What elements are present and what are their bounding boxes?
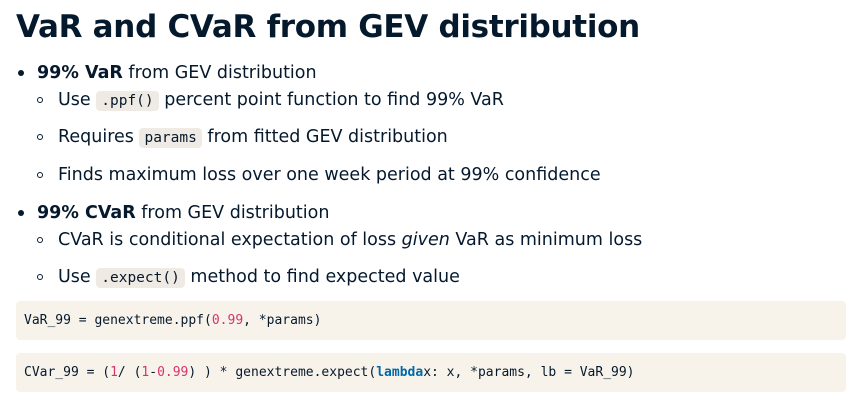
sub-bullet-dot	[37, 237, 43, 243]
bullet-cvar-bold: 99% CVaR	[37, 203, 136, 223]
code-text: / (	[117, 365, 142, 380]
bullet-var-rest: from GEV distribution	[122, 63, 317, 83]
code-block-var[interactable]: VaR_99 = genextreme.ppf(0.99, *params)	[16, 301, 846, 340]
code-number: 1	[110, 365, 118, 380]
sub-item-text: percent point function to find 99% VaR	[158, 90, 504, 110]
sub-bullet-dot	[37, 274, 43, 280]
code-text: VaR_99 = genextreme.ppf(	[24, 313, 212, 328]
code-text: CVar_99 = (	[24, 365, 111, 380]
sub-item-params: Requires params from fitted GEV distribu…	[58, 125, 448, 150]
sub-item-conditional: CVaR is conditional expectation of loss …	[58, 228, 642, 252]
code-number: 0.99	[211, 313, 244, 328]
sub-bullet-dot	[37, 97, 43, 103]
sub-item-text: from fitted GEV distribution	[201, 127, 448, 147]
code-text: ) ) * genextreme.expect(	[188, 365, 377, 380]
sub-item-max-loss: Finds maximum loss over one week period …	[58, 163, 601, 187]
code-text: , *params)	[243, 313, 322, 328]
sub-item-text: Use	[58, 267, 97, 287]
sub-item-expect: Use .expect() method to find expected va…	[58, 265, 460, 290]
bullet-dot	[18, 210, 24, 216]
code-block-cvar[interactable]: CVar_99 = ( 1 / (1 - 0.99) ) * genextrem…	[16, 353, 846, 392]
sub-bullet-dot	[37, 134, 43, 140]
sub-item-text: Finds maximum loss over one week period …	[58, 165, 601, 185]
bullet-var-bold: 99% VaR	[37, 63, 123, 83]
bullet-dot	[18, 70, 24, 76]
slide: VaR and CVaR from GEV distribution 99% V…	[0, 0, 861, 406]
bullet-var: 99% VaR from GEV distribution	[37, 61, 317, 85]
sub-item-text: method to find expected value	[184, 267, 460, 287]
code-text: x: x, *params, lb = VaR_99)	[423, 365, 635, 380]
code-text: -	[149, 365, 158, 380]
sub-item-text: VaR as minimum loss	[449, 230, 643, 250]
bullet-cvar: 99% CVaR from GEV distribution	[37, 201, 329, 225]
italic-given: given	[401, 230, 450, 250]
code-keyword: lambda	[376, 365, 424, 380]
page-title: VaR and CVaR from GEV distribution	[16, 9, 640, 45]
inline-code-params: params	[139, 128, 202, 148]
sub-bullet-dot	[37, 172, 43, 178]
code-number: 0.99	[157, 365, 189, 380]
sub-item-text: Requires	[58, 127, 140, 147]
sub-item-ppf: Use .ppf() percent point function to fin…	[58, 88, 504, 113]
inline-code-ppf: .ppf()	[96, 91, 159, 111]
sub-item-text: Use	[58, 90, 97, 110]
inline-code-expect: .expect()	[96, 268, 185, 288]
code-number: 1	[141, 365, 150, 380]
bullet-cvar-rest: from GEV distribution	[135, 203, 330, 223]
sub-item-text: CVaR is conditional expectation of loss	[58, 230, 402, 250]
